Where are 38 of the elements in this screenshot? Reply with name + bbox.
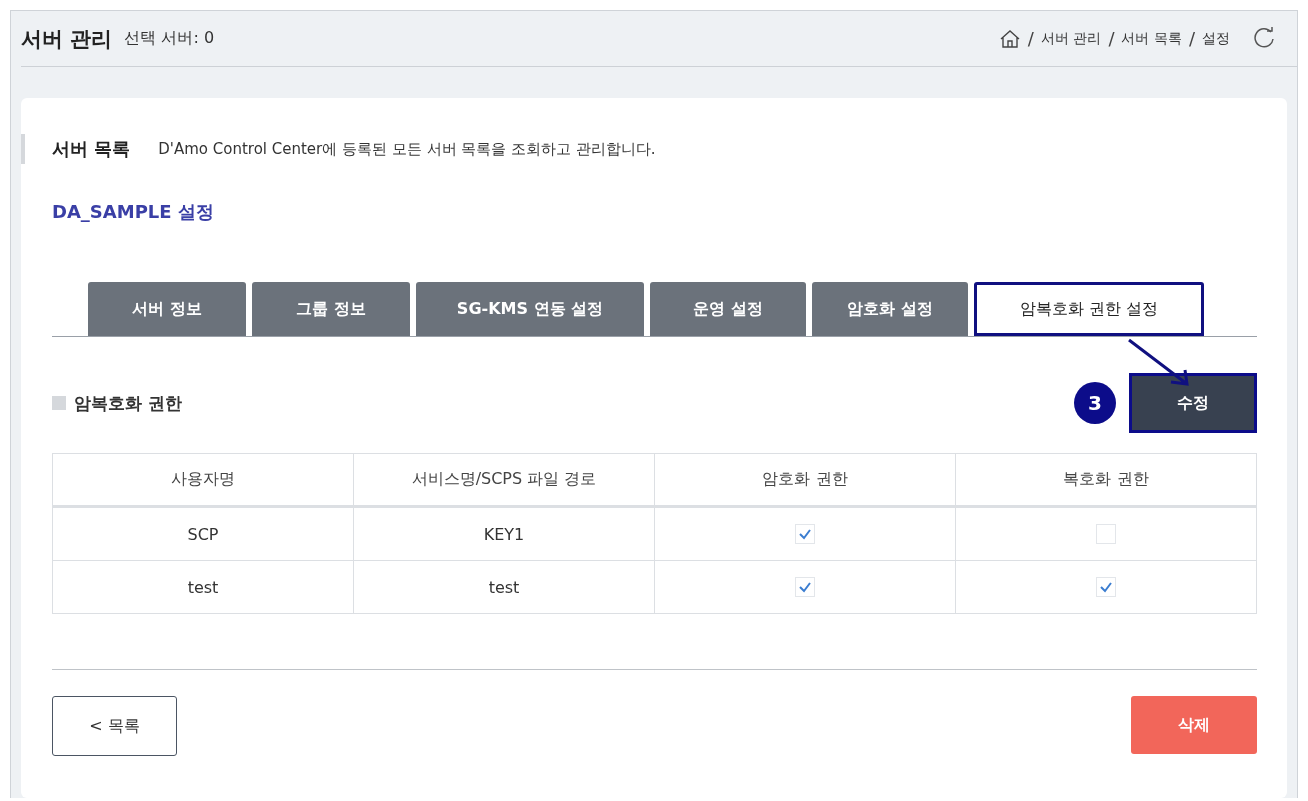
checkmark-icon: [1099, 581, 1113, 594]
checkmark-icon: [798, 581, 812, 594]
breadcrumb-link[interactable]: 서버 관리: [1040, 29, 1102, 48]
column-header: 복호화 권한: [955, 453, 1257, 507]
server-title: DA_SAMPLE 설정: [52, 200, 215, 224]
breadcrumb-separator: /: [1108, 28, 1115, 49]
back-button[interactable]: < 목록: [52, 696, 177, 756]
panel-title: 암복호화 권한: [74, 391, 182, 415]
breadcrumb-link[interactable]: 서버 목록: [1121, 29, 1182, 48]
checkbox[interactable]: [1096, 577, 1116, 598]
breadcrumb-link[interactable]: 설정: [1202, 29, 1230, 48]
edit-button[interactable]: 수정: [1129, 373, 1257, 433]
table-cell: KEY1: [353, 506, 655, 561]
column-header: 사용자명: [52, 453, 354, 507]
page-title: 서버 관리: [21, 25, 113, 53]
column-header: 서비스명/SCPS 파일 경로: [353, 453, 655, 507]
section-title: 서버 목록: [52, 137, 131, 161]
tab[interactable]: 그룹 정보: [252, 282, 410, 336]
tab[interactable]: 암호화 설정: [812, 282, 968, 336]
home-icon[interactable]: [998, 28, 1021, 49]
tab[interactable]: 서버 정보: [88, 282, 246, 336]
table-cell: test: [353, 560, 655, 614]
tab[interactable]: 암복호화 권한 설정: [974, 282, 1204, 336]
column-header: 암호화 권한: [654, 453, 956, 507]
table-cell: SCP: [52, 506, 354, 561]
checkbox[interactable]: [795, 577, 815, 598]
breadcrumb-separator: /: [1027, 28, 1034, 49]
tab[interactable]: 운영 설정: [650, 282, 806, 336]
tab[interactable]: SG-KMS 연동 설정: [416, 282, 644, 336]
square-icon: [52, 396, 66, 410]
selected-count: 선택 서버: 0: [124, 28, 215, 49]
breadcrumb-separator: /: [1188, 28, 1195, 49]
checkbox[interactable]: [795, 524, 815, 545]
table-cell: test: [52, 560, 354, 614]
checkbox[interactable]: [1096, 524, 1116, 545]
step-badge: 3: [1074, 382, 1116, 424]
section-description: D'Amo Control Center에 등록된 모든 서버 목록을 조회하고 관리합니다.: [158, 139, 656, 159]
checkmark-icon: [798, 528, 812, 541]
